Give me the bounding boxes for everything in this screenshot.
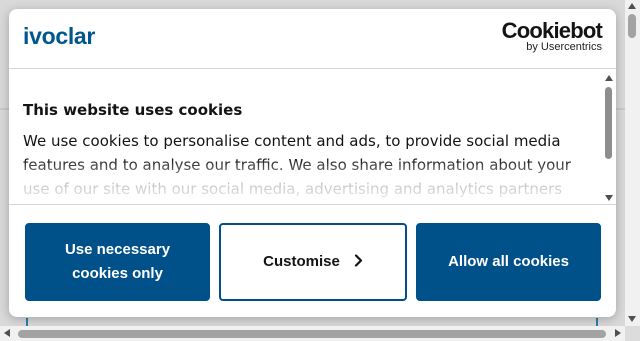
necessary-label-line1: Use necessary — [64, 241, 171, 258]
scrollbar-thumb[interactable] — [605, 87, 612, 159]
customise-label: Customise — [263, 253, 340, 270]
cookiebot-logo[interactable]: Cookiebot by Usercentrics — [501, 18, 603, 54]
scrollbar-corner — [625, 326, 640, 341]
page-vertical-scrollbar[interactable] — [625, 0, 640, 326]
allow-all-cookies-button[interactable]: Allow all cookies — [416, 223, 601, 301]
use-necessary-cookies-button[interactable]: Use necessary cookies only — [25, 223, 210, 301]
page-hscroll-thumb[interactable] — [18, 330, 606, 338]
cookie-consent-dialog: ivoclar Cookiebot by Usercentrics This w… — [9, 9, 616, 317]
scroll-up-arrow-icon[interactable] — [605, 75, 613, 81]
dialog-title: This website uses cookies — [23, 101, 243, 119]
chevron-right-icon — [354, 251, 363, 275]
allow-all-label: Allow all cookies — [448, 253, 569, 270]
page-scroll-right-icon[interactable] — [615, 329, 621, 337]
page-scroll-up-icon[interactable] — [628, 3, 636, 9]
content-fade-overlay — [9, 159, 599, 204]
page-vscroll-thumb[interactable] — [628, 14, 636, 38]
ivoclar-logo: ivoclar — [23, 23, 96, 49]
necessary-label-line2: cookies only — [72, 265, 163, 282]
content-scrollbar[interactable] — [603, 73, 615, 203]
cookiebot-logo-text: Cookiebot — [501, 18, 603, 43]
dialog-footer: Use necessary cookies only Customise Allo… — [9, 204, 616, 317]
page-scroll-down-icon[interactable] — [628, 316, 636, 322]
dialog-content: This website uses cookies We use cookies… — [9, 69, 616, 204]
page-horizontal-scrollbar[interactable] — [0, 326, 625, 341]
dialog-header: ivoclar Cookiebot by Usercentrics — [9, 9, 616, 69]
customise-button[interactable]: Customise — [219, 223, 407, 301]
page-scroll-left-icon[interactable] — [4, 329, 10, 337]
scroll-down-arrow-icon[interactable] — [605, 195, 613, 201]
